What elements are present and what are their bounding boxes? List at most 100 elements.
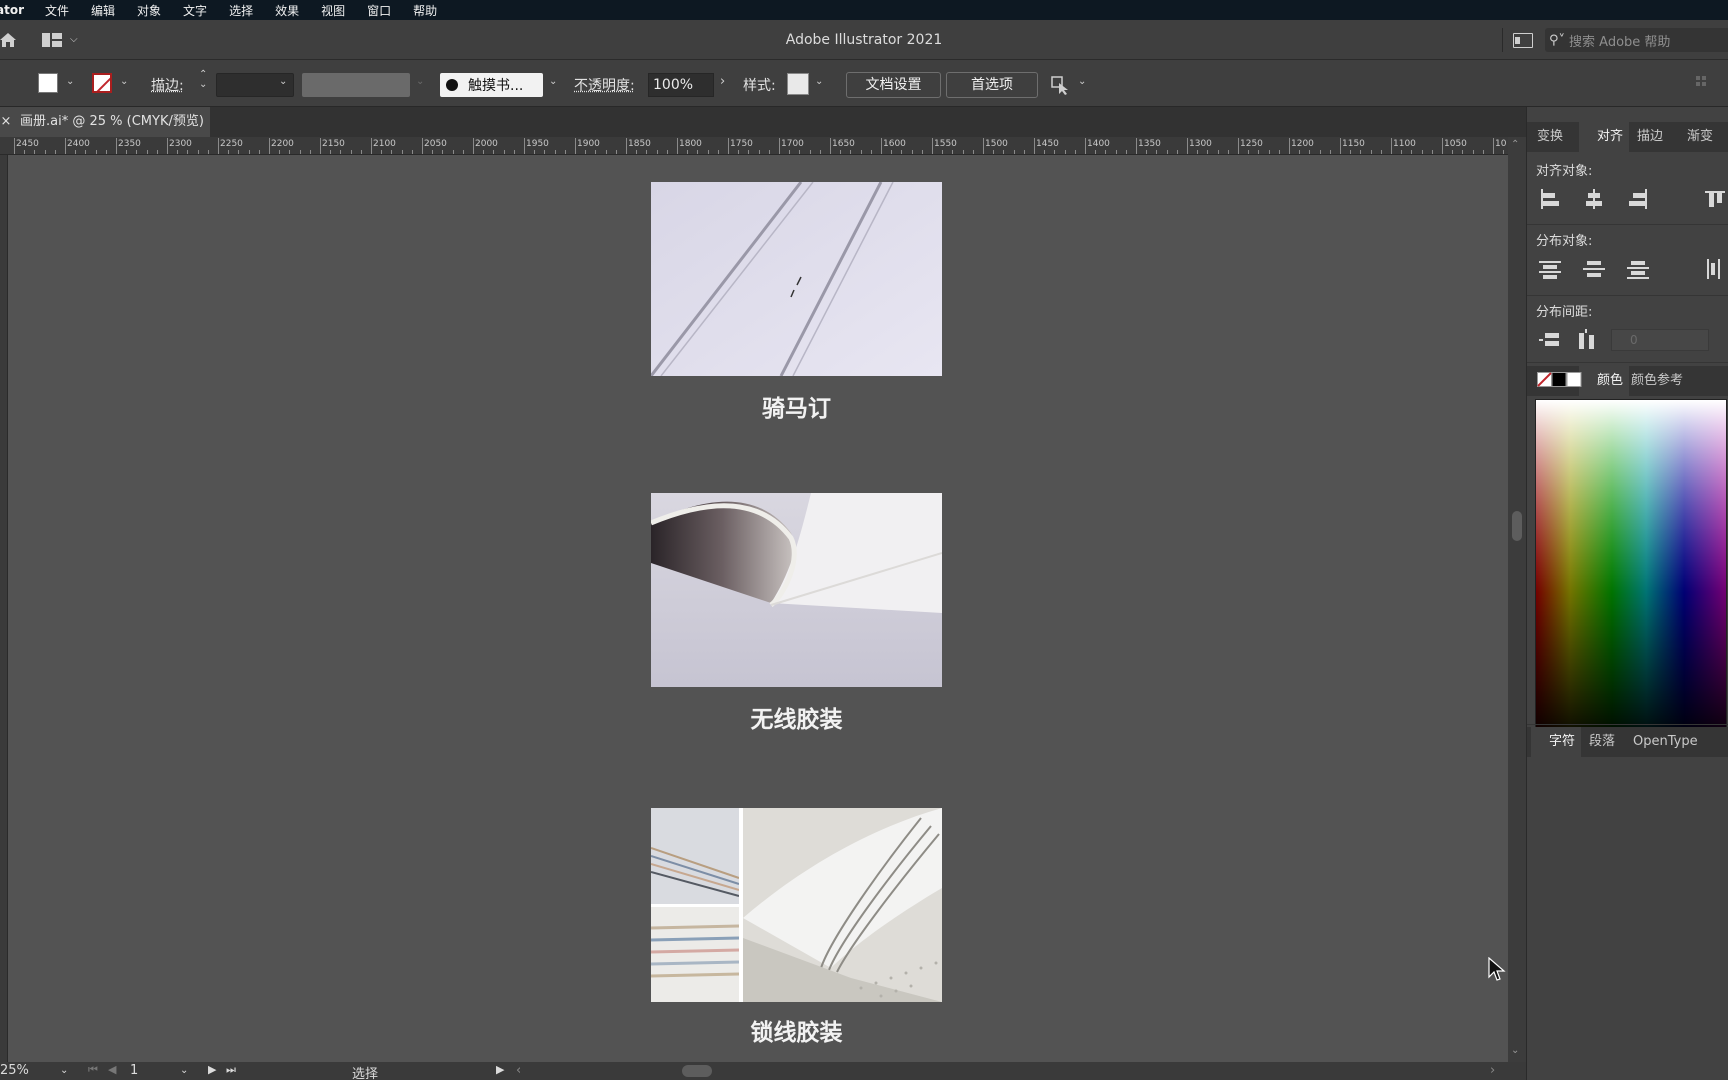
last-artboard-icon[interactable]: ⏭ (226, 1063, 236, 1077)
opacity-input[interactable]: 100% (648, 73, 714, 97)
horizontal-scroll-thumb[interactable] (682, 1065, 712, 1077)
thread-sewn-binding-image[interactable] (651, 808, 942, 1002)
distribute-bottom-icon[interactable] (1627, 259, 1649, 281)
divider (1527, 295, 1728, 296)
artboard-number[interactable]: 1 (130, 1063, 138, 1078)
tab-transform[interactable]: 变换 (1531, 122, 1569, 152)
first-artboard-icon[interactable]: ⏮ (88, 1063, 98, 1077)
properties-panel: 变换 对齐 描边 渐变 对齐对象: 分布对象: 分布间距: 0 色板 颜色 颜色… (1526, 107, 1728, 1080)
tab-gradient[interactable]: 渐变 (1681, 122, 1719, 152)
next-artboard-icon[interactable]: ▶ (208, 1063, 216, 1076)
variable-width-profile[interactable] (302, 73, 410, 97)
perfect-binding-image[interactable] (651, 493, 942, 687)
opacity-label[interactable]: 不透明度: (574, 75, 635, 95)
ruler-tick (1258, 150, 1260, 154)
chevron-down-icon[interactable]: ⌄ (120, 76, 128, 87)
chevron-down-icon[interactable]: ⌄ (1078, 76, 1086, 87)
artboard-canvas[interactable]: 骑马订 无线胶装 锁线胶装 (8, 155, 1508, 1062)
ruler-tick (932, 138, 933, 154)
ruler-tick (1227, 150, 1229, 154)
help-search-input[interactable]: ⚲˅ 搜索 Adobe 帮助 (1545, 28, 1728, 52)
menu-edit[interactable]: 编辑 (80, 2, 126, 19)
arrange-icon[interactable] (1050, 75, 1070, 95)
ruler-tick (146, 150, 148, 154)
menu-object[interactable]: 对象 (126, 2, 172, 19)
color-spectrum-picker[interactable] (1535, 399, 1727, 751)
ruler-tick (1034, 138, 1035, 154)
ruler-label: 2100 (373, 139, 396, 149)
ruler-tick (687, 150, 689, 154)
distribute-vertical-center-icon[interactable] (1583, 259, 1605, 281)
chevron-down-icon[interactable]: ⌄ (60, 1065, 68, 1076)
menu-select[interactable]: 选择 (218, 2, 264, 19)
ruler-tick (1431, 150, 1433, 154)
status-menu-icon[interactable]: ▶ (496, 1063, 504, 1076)
stroke-label[interactable]: 描边: (151, 75, 184, 95)
tab-opentype[interactable]: OpenType (1627, 727, 1704, 757)
ruler-tick (105, 150, 107, 154)
brush-definition[interactable]: 触摸书... (440, 73, 543, 97)
menu-help[interactable]: 帮助 (402, 2, 448, 19)
scroll-thumb[interactable] (1512, 511, 1522, 541)
menu-view[interactable]: 视图 (310, 2, 356, 19)
scroll-left-icon[interactable]: ‹ (516, 1063, 521, 1078)
align-right-icon[interactable] (1627, 189, 1649, 211)
ruler-tick (156, 150, 158, 154)
fill-swatch[interactable] (38, 73, 58, 93)
ruler-tick (962, 150, 964, 154)
ruler-label: 1400 (1087, 139, 1110, 149)
none-black-white-swatches[interactable] (1537, 372, 1583, 388)
vertical-distribute-space-icon[interactable] (1539, 329, 1561, 351)
chevron-down-icon[interactable]: ⌄ (815, 76, 823, 87)
scroll-right-icon[interactable]: › (1490, 1063, 1495, 1078)
ruler-label: 1550 (934, 139, 957, 149)
ruler-tick (1187, 138, 1188, 154)
ruler-tick (1421, 150, 1423, 154)
document-tab[interactable]: × 画册.ai* @ 25 % (CMYK/预览) (0, 107, 210, 137)
ruler-tick (840, 150, 842, 154)
menu-effect[interactable]: 效果 (264, 2, 310, 19)
chevron-down-icon[interactable]: ⌄ (180, 1065, 188, 1076)
align-top-icon[interactable] (1705, 189, 1727, 211)
stroke-weight-stepper[interactable]: ⌃ ⌄ (199, 70, 207, 90)
ruler-tick (350, 150, 352, 154)
vertical-scrollbar[interactable]: ⌃ ⌄ (1508, 137, 1526, 1062)
preferences-button[interactable]: 首选项 (946, 72, 1038, 98)
distribute-left-icon[interactable] (1705, 259, 1727, 281)
chevron-right-icon[interactable]: › (720, 74, 725, 89)
menu-type[interactable]: 文字 (172, 2, 218, 19)
app-menu[interactable]: ator (0, 3, 34, 17)
close-icon[interactable]: × (0, 107, 12, 137)
horizontal-distribute-space-icon[interactable] (1577, 329, 1599, 351)
tab-stroke[interactable]: 描边 (1631, 122, 1669, 152)
ruler-tick (799, 150, 801, 154)
ruler-label: 1350 (1138, 139, 1161, 149)
distribute-top-icon[interactable] (1539, 259, 1561, 281)
zoom-level[interactable]: 25% (0, 1063, 29, 1078)
ruler-tick (850, 150, 852, 154)
prev-artboard-icon[interactable]: ◀ (108, 1063, 116, 1076)
menu-window[interactable]: 窗口 (356, 2, 402, 19)
ruler-tick (309, 150, 311, 154)
align-left-icon[interactable] (1539, 189, 1561, 211)
stroke-swatch[interactable] (92, 73, 112, 93)
chevron-down-icon[interactable]: ⌄ (66, 76, 74, 87)
document-setup-button[interactable]: 文档设置 (846, 72, 941, 98)
menu-file[interactable]: 文件 (34, 2, 80, 19)
align-horizontal-center-icon[interactable] (1583, 189, 1605, 211)
tab-color-guide[interactable]: 颜色参考 (1625, 366, 1689, 396)
tab-align[interactable]: 对齐 (1579, 122, 1630, 152)
saddle-stitch-image[interactable] (651, 182, 942, 376)
ruler-tick (605, 150, 607, 154)
tab-color[interactable]: 颜色 (1579, 366, 1630, 396)
arrange-panels-icon[interactable] (1513, 33, 1533, 48)
tab-character[interactable]: 字符 (1531, 727, 1582, 757)
ruler-tick (534, 150, 536, 154)
chevron-down-icon[interactable]: ⌄ (549, 76, 557, 87)
graphic-style-swatch[interactable] (787, 73, 809, 95)
tab-paragraph[interactable]: 段落 (1583, 727, 1621, 757)
scroll-down-icon[interactable]: ⌄ (1511, 1045, 1519, 1056)
scroll-up-icon[interactable]: ⌃ (1511, 139, 1519, 150)
panel-menu-icon[interactable] (1696, 76, 1710, 92)
chevron-down-icon[interactable]: ⌄ (279, 76, 287, 87)
